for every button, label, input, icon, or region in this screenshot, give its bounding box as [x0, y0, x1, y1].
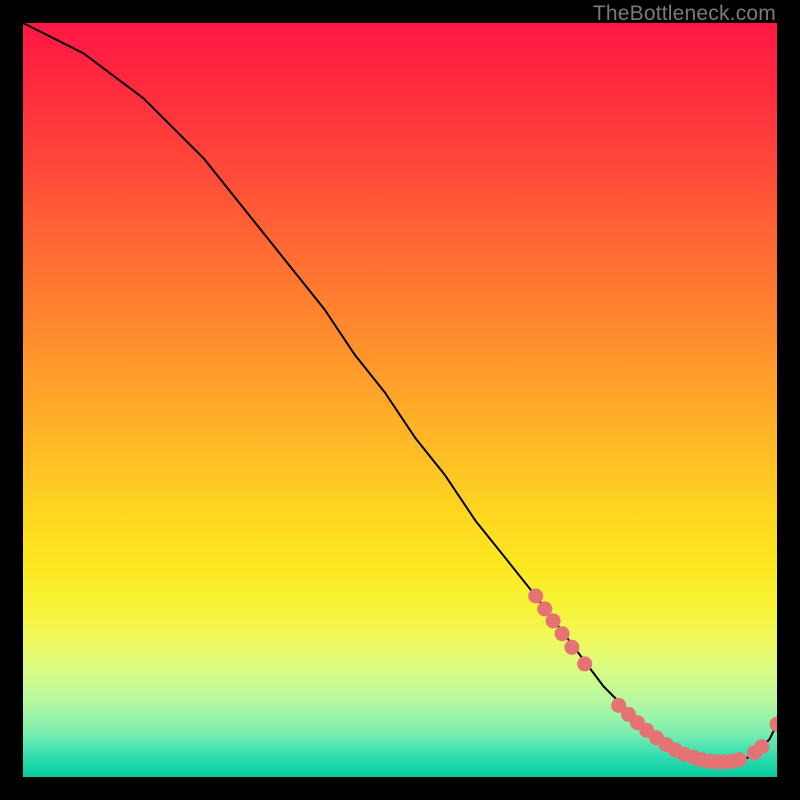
data-point	[770, 717, 778, 732]
data-point	[546, 613, 561, 628]
data-point	[555, 626, 570, 641]
chart-svg	[23, 23, 777, 777]
data-point	[577, 656, 592, 671]
data-point	[754, 739, 769, 754]
data-point	[528, 589, 543, 604]
data-point	[564, 640, 579, 655]
chart-stage: TheBottleneck.com	[0, 0, 800, 800]
curve-line	[23, 23, 777, 762]
plot-area	[23, 23, 777, 777]
marker-group	[528, 589, 777, 770]
data-point	[732, 752, 747, 767]
